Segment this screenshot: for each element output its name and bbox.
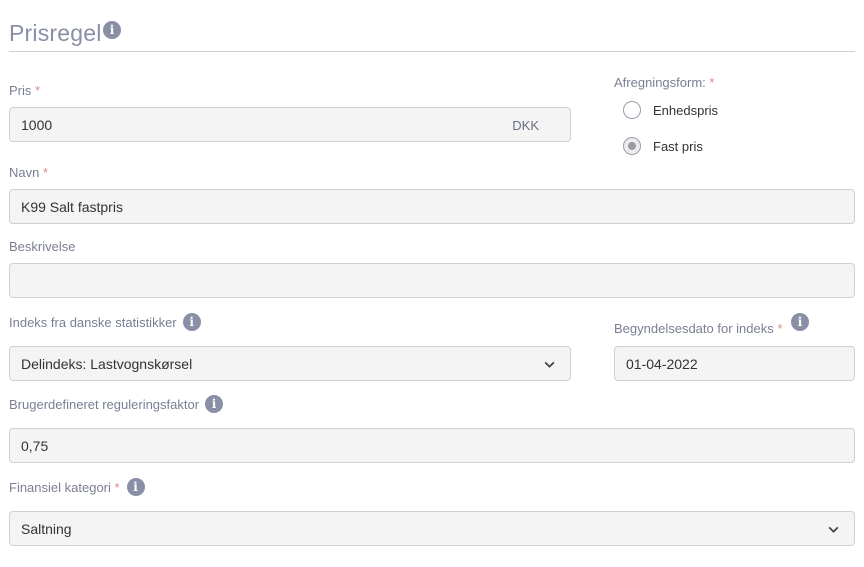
price-input[interactable]: 1000 DKK bbox=[9, 107, 571, 142]
index-select[interactable]: Delindeks: Lastvognskørsel bbox=[9, 346, 571, 381]
chevron-down-icon bbox=[544, 361, 555, 368]
price-label: Pris * bbox=[9, 83, 41, 98]
radio-label: Fast pris bbox=[653, 138, 703, 154]
chevron-down-icon bbox=[828, 526, 839, 533]
radio-label: Enhedspris bbox=[653, 102, 719, 118]
radio-fast-pris[interactable]: Fast pris bbox=[623, 137, 703, 155]
custom-factor-value: 0,75 bbox=[21, 437, 49, 454]
info-icon[interactable]: i bbox=[182, 313, 201, 331]
price-value: 1000 bbox=[21, 116, 53, 133]
financial-category-selected-value: Saltning bbox=[21, 520, 72, 537]
start-date-value: 01-04-2022 bbox=[626, 355, 698, 372]
description-input[interactable] bbox=[9, 263, 855, 298]
radio-button[interactable] bbox=[623, 101, 641, 119]
name-label: Navn * bbox=[9, 165, 49, 180]
info-icon[interactable]: i bbox=[103, 21, 121, 39]
section-title: Prisregel bbox=[9, 20, 102, 46]
custom-factor-label: Brugerdefineret reguleringsfaktor i bbox=[9, 395, 224, 413]
radio-dot bbox=[628, 142, 636, 150]
index-selected-value: Delindeks: Lastvognskørsel bbox=[21, 355, 193, 372]
radio-button-selected[interactable] bbox=[623, 137, 641, 155]
info-icon[interactable]: i bbox=[126, 478, 145, 496]
start-date-input[interactable]: 01-04-2022 bbox=[614, 346, 855, 381]
description-label: Beskrivelse bbox=[9, 239, 76, 254]
custom-factor-input[interactable]: 0,75 bbox=[9, 428, 855, 463]
start-date-label: Begyndelsesdato for indeks * bbox=[614, 321, 783, 336]
title-divider bbox=[9, 51, 855, 52]
info-icon[interactable]: i bbox=[205, 395, 224, 413]
currency-suffix: DKK bbox=[512, 118, 539, 133]
radio-enhedspris[interactable]: Enhedspris bbox=[623, 101, 718, 119]
name-value: K99 Salt fastpris bbox=[21, 198, 123, 215]
info-icon[interactable]: i bbox=[791, 313, 809, 331]
index-label: Indeks fra danske statistikker i bbox=[9, 313, 201, 331]
settlement-label: Afregningsform: * bbox=[614, 75, 715, 90]
financial-category-select[interactable]: Saltning bbox=[9, 511, 855, 546]
financial-category-label: Finansiel kategori * i bbox=[9, 478, 145, 496]
name-input[interactable]: K99 Salt fastpris bbox=[9, 189, 855, 224]
